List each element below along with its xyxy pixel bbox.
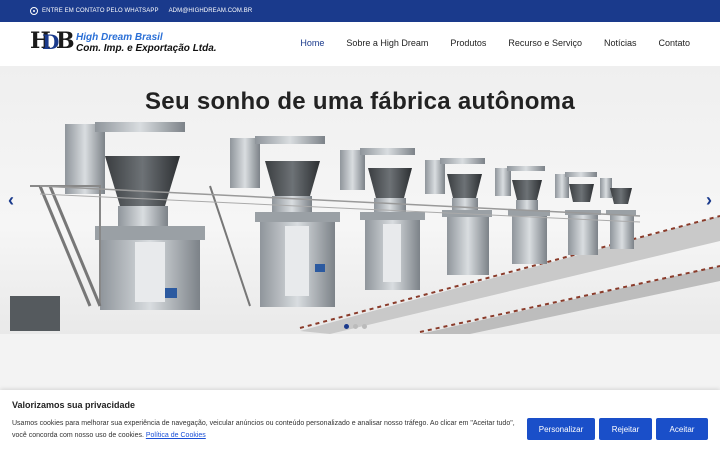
- reject-button[interactable]: Rejeitar: [599, 418, 652, 440]
- customize-button[interactable]: Personalizar: [527, 418, 595, 440]
- main-nav: Home Sobre a High Dream Produtos Recurso…: [278, 38, 690, 48]
- slider-dot[interactable]: [353, 324, 358, 329]
- nav-contact[interactable]: Contato: [658, 38, 690, 48]
- nav-news[interactable]: Notícias: [604, 38, 637, 48]
- nav-about[interactable]: Sobre a High Dream: [346, 38, 428, 48]
- logo-text: High Dream Brasil Com. Imp. e Exportação…: [76, 32, 217, 54]
- site-header: H D B High Dream Brasil Com. Imp. e Expo…: [0, 22, 720, 66]
- logo-line1: High Dream Brasil: [76, 32, 163, 43]
- site-logo[interactable]: H D B High Dream Brasil Com. Imp. e Expo…: [30, 28, 217, 56]
- top-bar: ENTRE EM CONTATO PELO WHATSAPP ADM@HIGHD…: [0, 0, 720, 22]
- nav-resources[interactable]: Recurso e Serviço: [508, 38, 582, 48]
- accept-button[interactable]: Aceitar: [656, 418, 708, 440]
- slider-next-arrow-icon[interactable]: ›: [706, 190, 712, 211]
- nav-home[interactable]: Home: [300, 38, 324, 48]
- slider-pagination: [344, 324, 371, 329]
- cookie-description: Usamos cookies para melhorar sua experiê…: [12, 420, 515, 439]
- hero-title: Seu sonho de uma fábrica autônoma: [145, 88, 575, 115]
- nav-products[interactable]: Produtos: [450, 38, 486, 48]
- logo-line2: Com. Imp. e Exportação Ltda.: [76, 43, 217, 54]
- hero-slider: Seu sonho de uma fábrica autônoma ‹ ›: [0, 66, 720, 334]
- cookie-text: Usamos cookies para melhorar sua experiê…: [12, 418, 517, 442]
- cookie-policy-link[interactable]: Política de Cookies: [146, 432, 206, 439]
- cookie-title: Valorizamos sua privacidade: [12, 400, 136, 410]
- email-link[interactable]: ADM@HIGHDREAM.COM.BR: [169, 8, 253, 14]
- whatsapp-icon: [30, 7, 38, 15]
- whatsapp-contact-link[interactable]: ENTRE EM CONTATO PELO WHATSAPP: [30, 7, 159, 15]
- content-area: [0, 334, 720, 394]
- logo-mark: H D B: [30, 28, 75, 54]
- slider-dot[interactable]: [344, 324, 349, 329]
- cookie-banner: Valorizamos sua privacidade Usamos cooki…: [0, 390, 720, 450]
- slider-prev-arrow-icon[interactable]: ‹: [8, 190, 14, 211]
- email-label[interactable]: ADM@HIGHDREAM.COM.BR: [169, 8, 253, 14]
- slider-dot[interactable]: [362, 324, 367, 329]
- whatsapp-label[interactable]: ENTRE EM CONTATO PELO WHATSAPP: [42, 8, 159, 14]
